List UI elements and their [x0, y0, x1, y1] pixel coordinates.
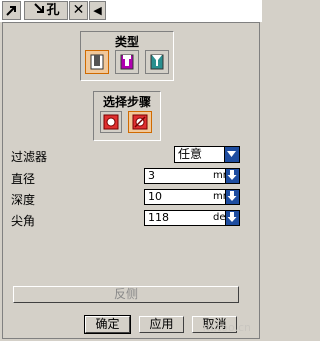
- hole-dialog-panel: 类型 选择步骤 过滤器 任意 直径 3 mm 深度 10 mm 尖角 118 d…: [2, 22, 260, 339]
- thru-face-icon: [132, 114, 148, 130]
- chevron-down-icon[interactable]: [224, 147, 239, 162]
- depth-label: 深度: [11, 193, 36, 207]
- selection-steps-title: 选择步骤: [102, 95, 151, 109]
- depth-value[interactable]: 10: [148, 190, 162, 204]
- depth-field[interactable]: 10 mm: [144, 189, 240, 205]
- tab-title[interactable]: 孔: [24, 1, 68, 20]
- tab-bar: 孔 ✕ ◀: [0, 0, 262, 22]
- tip-angle-label: 尖角: [11, 214, 36, 228]
- simple-hole-type-button[interactable]: [85, 50, 109, 74]
- reverse-side-button[interactable]: 反侧: [13, 286, 239, 303]
- counterbore-type-button[interactable]: [115, 50, 139, 74]
- selection-steps-group: 选择步骤: [93, 91, 161, 141]
- filter-dropdown[interactable]: 任意: [174, 146, 240, 163]
- diameter-value[interactable]: 3: [148, 169, 155, 183]
- tip-angle-field[interactable]: 118 deg: [144, 210, 240, 226]
- filter-value: 任意: [178, 147, 203, 161]
- thru-face-step-button[interactable]: [128, 111, 152, 133]
- type-group: 类型: [80, 31, 174, 81]
- placement-face-icon: [103, 114, 119, 130]
- diameter-field[interactable]: 3 mm: [144, 168, 240, 184]
- apply-button[interactable]: 应用: [139, 316, 184, 333]
- arrow-down-icon[interactable]: [225, 211, 239, 225]
- countersink-type-button[interactable]: [145, 50, 169, 74]
- type-group-title: 类型: [114, 35, 139, 49]
- diameter-label: 直径: [11, 172, 36, 186]
- filter-label: 过滤器: [11, 150, 48, 164]
- simple-hole-icon: [90, 54, 104, 70]
- arrow-down-icon[interactable]: [225, 169, 239, 183]
- countersink-icon: [150, 54, 164, 70]
- watermark: m.too.cn: [202, 321, 251, 334]
- ok-button[interactable]: 确定: [84, 315, 131, 334]
- tip-angle-value[interactable]: 118: [148, 211, 169, 225]
- close-icon[interactable]: ✕: [69, 1, 88, 20]
- placement-face-step-button[interactable]: [100, 111, 122, 133]
- arrow-icon: [32, 2, 46, 19]
- arrow-down-icon[interactable]: [225, 190, 239, 204]
- chevron-left-icon[interactable]: ◀: [89, 1, 106, 20]
- counterbore-icon: [120, 54, 134, 70]
- tab-title-label: 孔: [46, 3, 60, 18]
- pin-icon[interactable]: [2, 1, 21, 20]
